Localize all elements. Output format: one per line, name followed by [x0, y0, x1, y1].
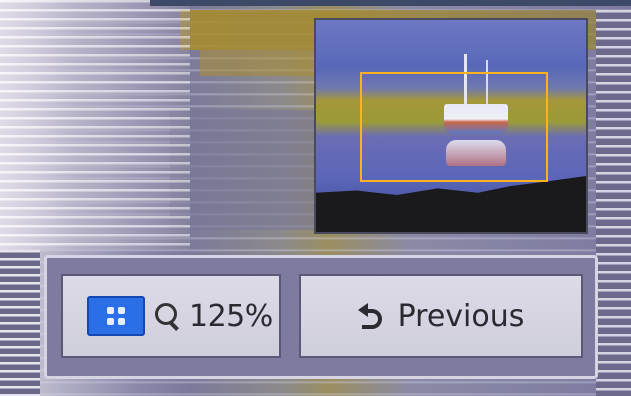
grid-icon — [107, 307, 125, 325]
previous-label: Previous — [397, 298, 525, 334]
zoomed-photo-streaks — [0, 0, 190, 250]
zoomed-photo-band — [200, 50, 320, 76]
zoom-panel[interactable]: 125% — [61, 274, 281, 358]
previous-button[interactable]: Previous — [299, 274, 583, 358]
zoom-control-bar: 125% Previous — [44, 255, 598, 379]
zoomed-photo-band — [170, 110, 330, 230]
zoomed-photo-streaks — [596, 10, 631, 396]
zoomed-photo-edge — [150, 0, 631, 6]
zoomed-photo-streaks — [0, 250, 40, 396]
shoreline — [316, 176, 586, 232]
navigator-thumbnail — [314, 18, 588, 234]
grid-button[interactable] — [87, 296, 145, 336]
photo-zoom-screen: 125% Previous — [0, 0, 631, 396]
navigator-viewport-frame[interactable] — [360, 72, 548, 182]
magnifier-icon — [155, 301, 181, 331]
zoom-level-text: 125% — [189, 298, 273, 334]
back-arrow-icon — [357, 301, 386, 331]
